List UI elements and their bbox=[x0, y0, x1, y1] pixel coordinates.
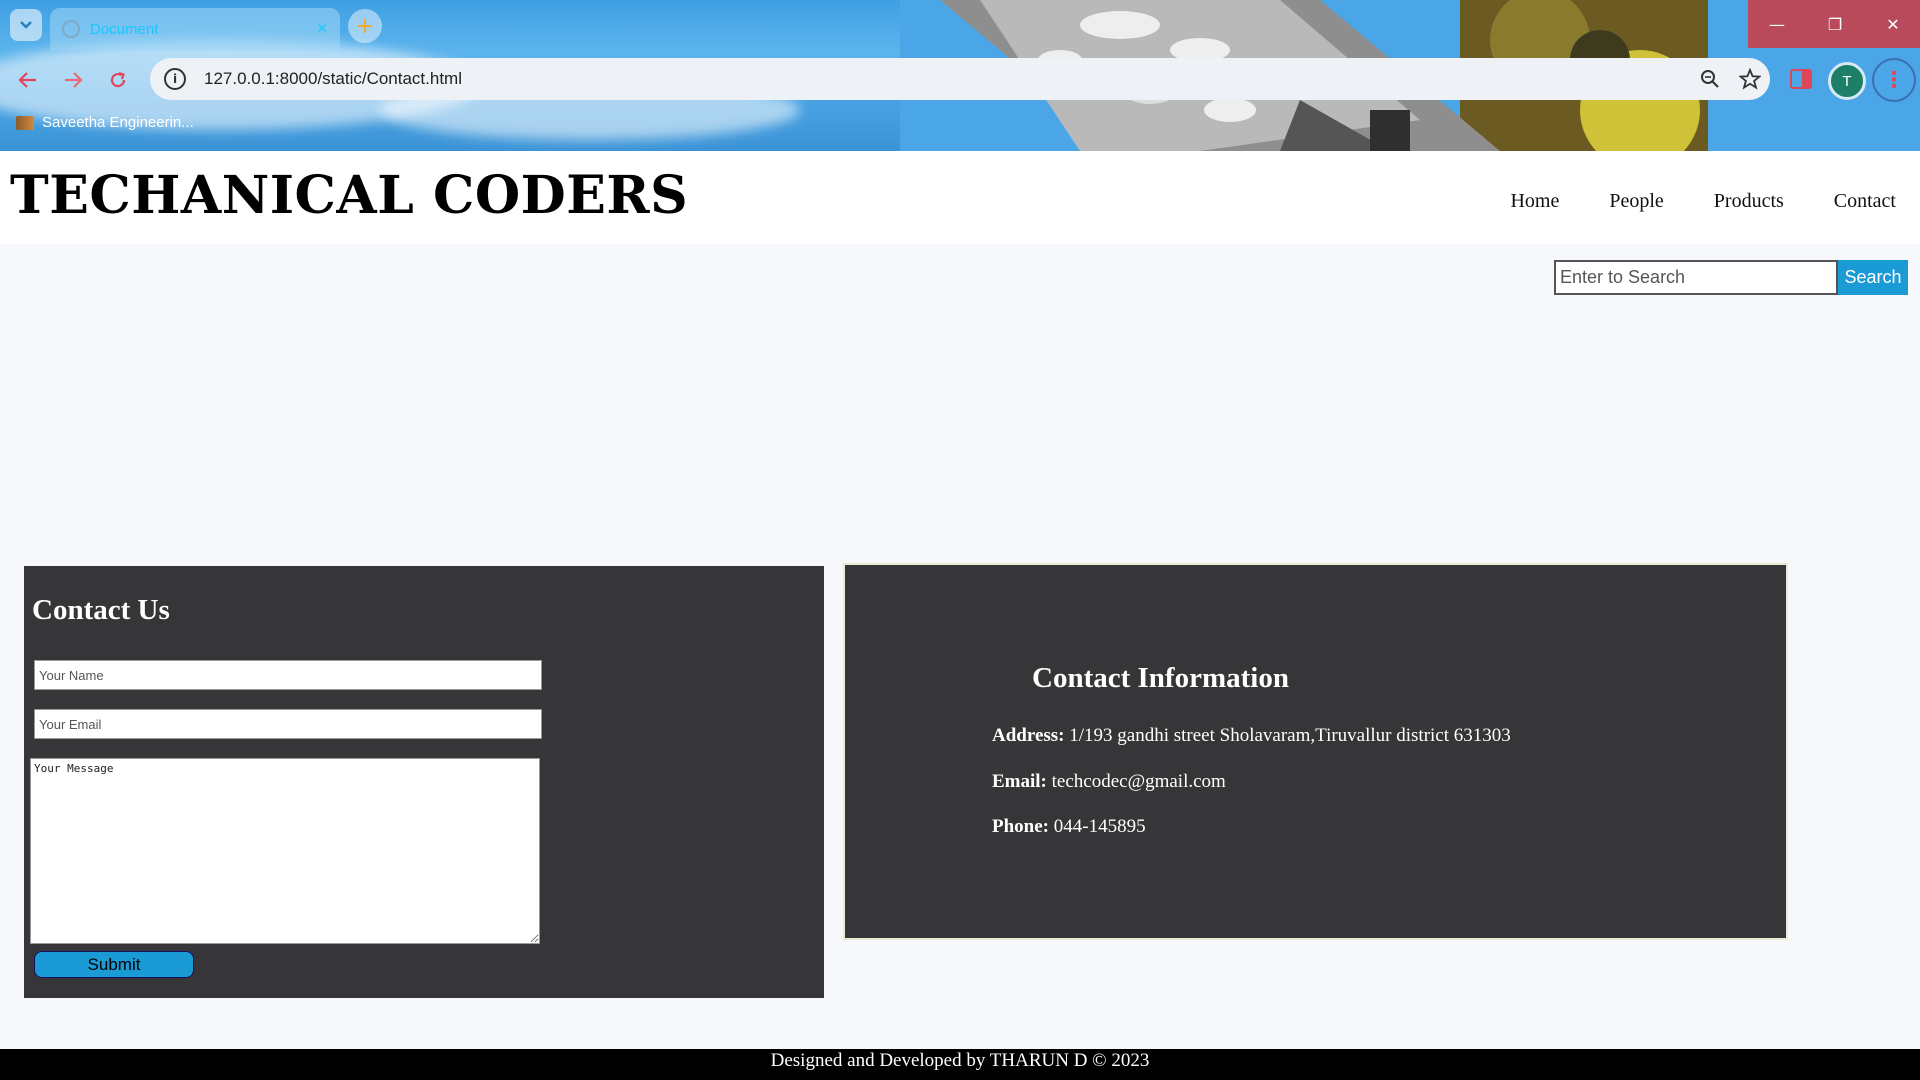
window-maximize-button[interactable]: ❐ bbox=[1806, 0, 1864, 48]
name-field[interactable] bbox=[34, 660, 542, 690]
new-tab-button[interactable]: + bbox=[348, 9, 382, 43]
nav-contact[interactable]: Contact bbox=[1834, 190, 1896, 213]
side-panel-icon[interactable] bbox=[1790, 69, 1812, 89]
address-label: Address: bbox=[992, 725, 1065, 746]
url-text[interactable]: 127.0.0.1:8000/static/Contact.html bbox=[204, 69, 1690, 89]
search-button[interactable]: Search bbox=[1838, 260, 1908, 295]
address-value: 1/193 gandhi street Sholavaram,Tiruvallu… bbox=[1069, 725, 1511, 746]
window-close-button[interactable]: ✕ bbox=[1864, 0, 1920, 48]
back-button[interactable] bbox=[10, 62, 46, 98]
zoom-icon[interactable] bbox=[1690, 69, 1730, 89]
site-header: TECHANICAL CODERS Home People Products C… bbox=[0, 151, 1920, 244]
site-brand: TECHANICAL CODERS bbox=[10, 165, 689, 226]
search-input[interactable] bbox=[1554, 260, 1838, 295]
globe-icon bbox=[62, 20, 80, 38]
contact-info-title: Contact Information bbox=[1032, 662, 1289, 694]
main-nav: Home People Products Contact bbox=[1510, 190, 1896, 213]
reload-button[interactable] bbox=[100, 62, 136, 98]
site-search: Search bbox=[1554, 260, 1908, 295]
address-line: Address: 1/193 gandhi street Sholavaram,… bbox=[992, 725, 1511, 747]
browser-chrome: Document ✕ + — ❐ ✕ i 127.0.0.1:8000/stat… bbox=[0, 0, 1920, 151]
info-icon[interactable]: i bbox=[164, 68, 186, 90]
bookmark-favicon-icon bbox=[16, 115, 34, 130]
nav-home[interactable]: Home bbox=[1510, 190, 1559, 213]
browser-tab-active[interactable]: Document ✕ bbox=[50, 8, 340, 50]
phone-value: 044-145895 bbox=[1053, 816, 1146, 837]
email-field[interactable] bbox=[34, 709, 542, 739]
contact-info-card: Contact Information Address: 1/193 gandh… bbox=[843, 563, 1788, 940]
phone-label: Phone: bbox=[992, 816, 1049, 837]
forward-button[interactable] bbox=[55, 62, 91, 98]
window-minimize-button[interactable]: — bbox=[1748, 0, 1806, 48]
web-page: TECHANICAL CODERS Home People Products C… bbox=[0, 151, 1920, 1080]
profile-avatar[interactable]: T bbox=[1828, 62, 1866, 100]
email-label: Email: bbox=[992, 771, 1047, 792]
bookmark-saveetha[interactable]: Saveetha Engineerin... bbox=[16, 114, 194, 131]
reload-icon bbox=[110, 71, 126, 88]
contact-form-title: Contact Us bbox=[32, 594, 170, 626]
arrow-left-icon bbox=[18, 72, 36, 88]
email-line: Email: techcodec@gmail.com bbox=[992, 771, 1226, 793]
bookmark-label: Saveetha Engineerin... bbox=[42, 114, 194, 131]
nav-products[interactable]: Products bbox=[1714, 190, 1784, 213]
arrow-right-icon bbox=[65, 72, 83, 88]
contact-form-card: Contact Us Submit bbox=[24, 566, 824, 998]
tab-title: Document bbox=[90, 20, 159, 38]
kebab-menu-icon[interactable]: ⋮ bbox=[1872, 58, 1916, 102]
tab-search-button[interactable] bbox=[10, 9, 42, 41]
address-bar[interactable]: i 127.0.0.1:8000/static/Contact.html bbox=[150, 58, 1770, 100]
nav-people[interactable]: People bbox=[1609, 190, 1663, 213]
chevron-down-icon bbox=[20, 21, 32, 29]
email-value: techcodec@gmail.com bbox=[1051, 771, 1226, 792]
site-footer: Designed and Developed by THARUN D © 202… bbox=[0, 1049, 1920, 1080]
close-tab-icon[interactable]: ✕ bbox=[316, 21, 328, 37]
submit-button[interactable]: Submit bbox=[34, 951, 194, 978]
phone-line: Phone: 044-145895 bbox=[992, 816, 1146, 838]
star-icon[interactable] bbox=[1730, 68, 1770, 90]
message-field[interactable] bbox=[30, 758, 540, 944]
